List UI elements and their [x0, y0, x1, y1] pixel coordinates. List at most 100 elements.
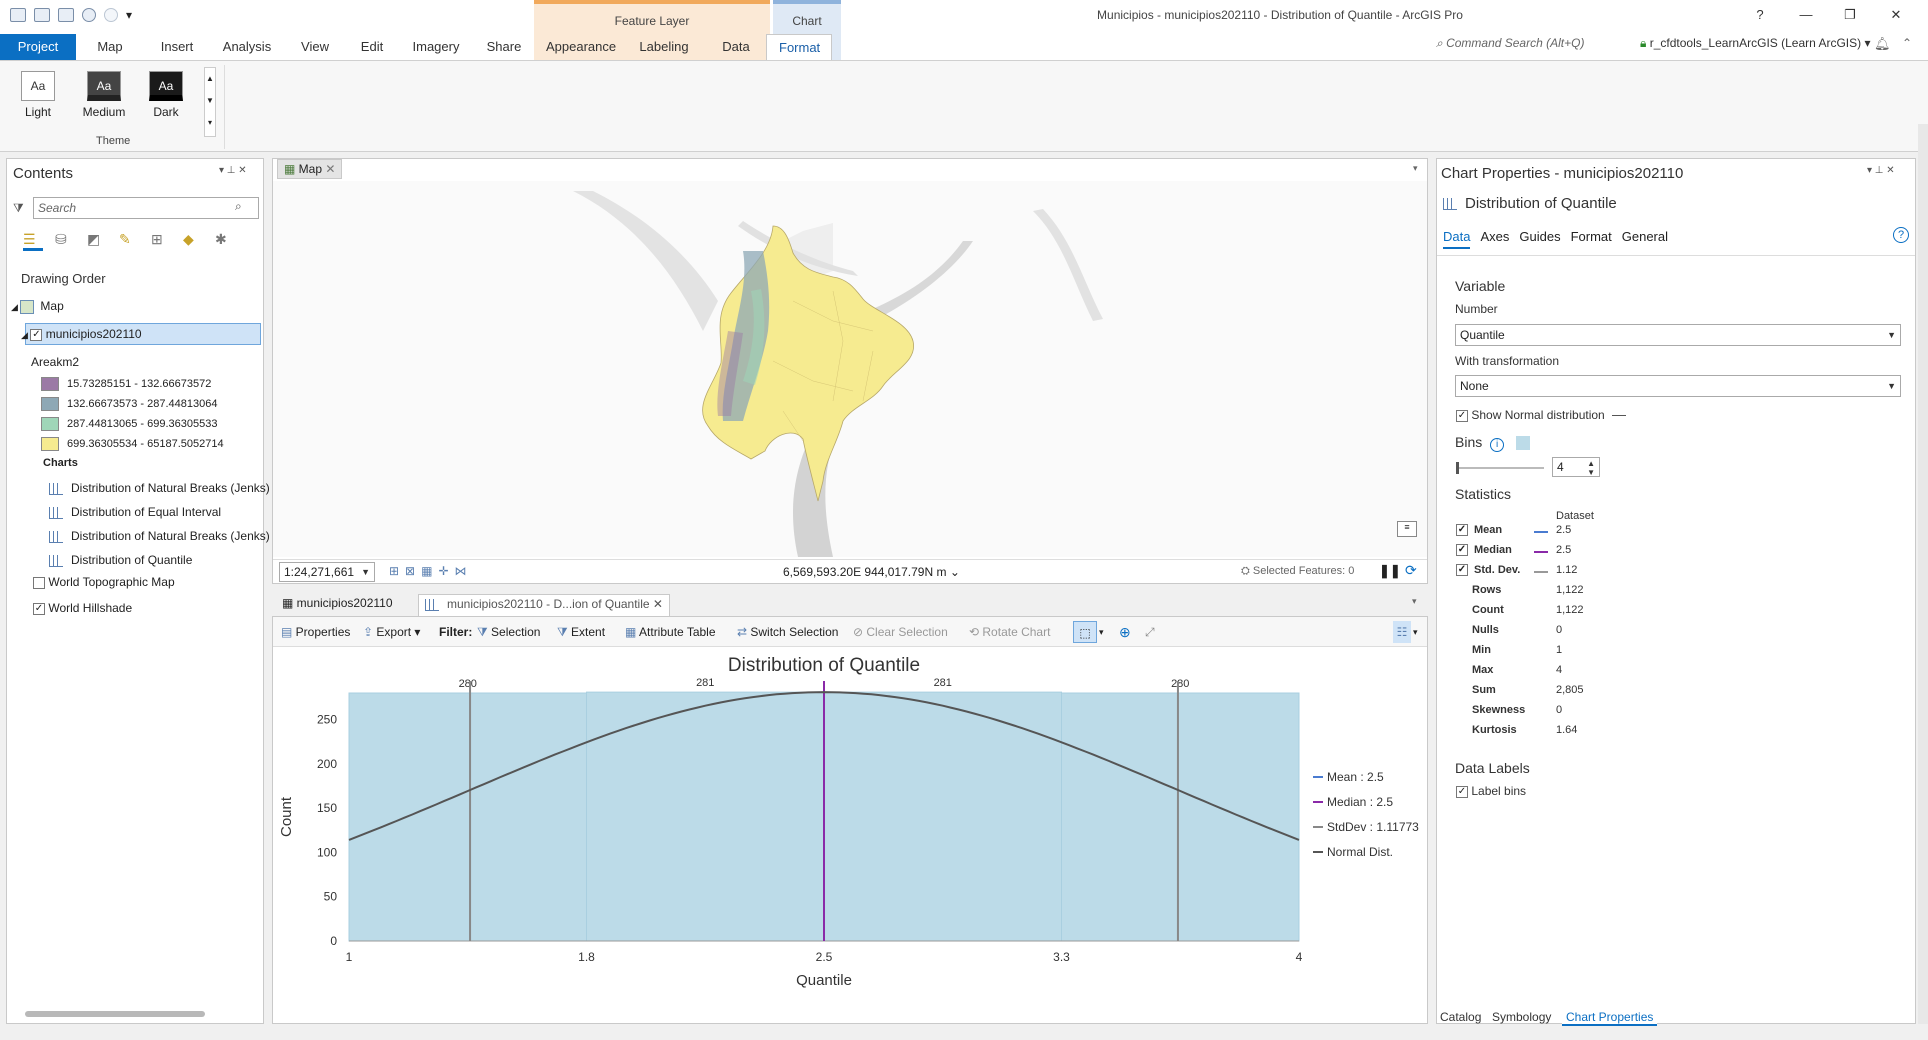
tab-view[interactable]: View	[284, 34, 346, 60]
symbology-pane-tab[interactable]: Symbology	[1492, 1010, 1551, 1024]
chevron-down-icon[interactable]: ▾	[1413, 621, 1418, 643]
close-button[interactable]: ✕	[1880, 4, 1912, 26]
clear-selection-button[interactable]: ⊘ Clear Selection	[853, 621, 948, 643]
filter-icon[interactable]: ⧩	[13, 201, 24, 216]
symbology-class[interactable]: 15.73285151 - 132.66673572	[41, 377, 211, 391]
histogram-bar[interactable]	[348, 692, 587, 942]
layer-world-topographic[interactable]: World Topographic Map	[33, 575, 175, 589]
properties-button[interactable]: ▤ Properties	[281, 621, 350, 643]
zoom-icon[interactable]: ⊕	[1119, 621, 1131, 643]
refresh-icon[interactable]: ⟳	[1405, 562, 1417, 579]
customize-qat-icon[interactable]: ▾	[126, 8, 134, 22]
histogram-chart[interactable]: Distribution of Quantile 280 281 281 280 0 50 1…	[273, 647, 1427, 1023]
map-canvas[interactable]	[273, 181, 1427, 557]
tab-appearance[interactable]: Appearance	[534, 34, 622, 60]
search-icon[interactable]: ⌕	[235, 199, 242, 214]
tab-project[interactable]: Project	[0, 34, 76, 60]
help-icon[interactable]: ?	[1893, 227, 1909, 243]
view-options-icon[interactable]: ▾	[1412, 596, 1417, 607]
show-normal-row[interactable]: ✓ Show Normal distribution	[1456, 408, 1627, 422]
full-extent-icon[interactable]: ⤢	[1145, 621, 1155, 643]
label-bins-row[interactable]: ✓ Label bins	[1456, 784, 1526, 798]
tab-map[interactable]: Map	[76, 34, 144, 60]
symbology-class[interactable]: 132.66673573 - 287.44813064	[41, 397, 217, 411]
help-button[interactable]: ?	[1744, 4, 1776, 26]
chart-list-item[interactable]: Distribution of Natural Breaks (Jenks)	[49, 529, 270, 543]
layer-world-hillshade[interactable]: ✓ World Hillshade	[33, 601, 132, 615]
attribute-table-button[interactable]: ▦ Attribute Table	[625, 621, 716, 643]
symbology-class[interactable]: 287.44813065 - 699.36305533	[41, 417, 217, 431]
tab-general[interactable]: General	[1622, 229, 1668, 249]
bins-slider[interactable]	[1456, 462, 1544, 474]
theme-medium-button[interactable]: Aa Medium	[76, 71, 132, 119]
tab-axes[interactable]: Axes	[1480, 229, 1509, 249]
histogram-bar[interactable]	[1061, 692, 1300, 942]
stat-row[interactable]: ✓ Mean	[1456, 524, 1502, 537]
show-normal-checkbox[interactable]: ✓	[1456, 409, 1468, 422]
redo-icon[interactable]	[104, 8, 118, 22]
map-overlay-icon[interactable]: ≡	[1397, 521, 1417, 537]
list-by-labeling-icon[interactable]: ◆	[183, 231, 203, 251]
scale-selector[interactable]: 1:24,271,661 ▼	[279, 562, 375, 582]
command-search[interactable]: ⌕ Command Search (Alt+Q)	[1436, 36, 1584, 51]
label-bins-checkbox[interactable]: ✓	[1456, 785, 1468, 798]
selected-features[interactable]: ⛭ Selected Features: 0	[1241, 565, 1354, 578]
tab-insert[interactable]: Insert	[144, 34, 210, 60]
stat-checkbox[interactable]: ✓	[1456, 564, 1468, 577]
theme-light-button[interactable]: Aa Light	[10, 71, 66, 119]
ribbon-collapse-icon[interactable]: ⌃	[1902, 36, 1912, 50]
chevron-down-icon[interactable]: ⌄	[950, 565, 960, 579]
chevron-down-icon[interactable]: ▾	[1099, 621, 1104, 643]
new-project-icon[interactable]	[10, 8, 26, 22]
stat-row[interactable]: ✓ Std. Dev.	[1456, 564, 1520, 577]
close-icon[interactable]: ✕	[325, 162, 335, 176]
list-by-source-icon[interactable]: ⛁	[55, 231, 75, 251]
bin-color-swatch[interactable]	[1516, 436, 1531, 451]
pause-drawing-icon[interactable]: ❚❚	[1379, 563, 1401, 579]
list-by-drawing-order-icon[interactable]: ☰	[23, 231, 43, 251]
map-tab[interactable]: ▦ Map ✕	[277, 159, 343, 179]
bins-stepper[interactable]: 4 ▲ ▼	[1552, 457, 1600, 477]
navigation-tools[interactable]: ⊞⊠▦✛⋈	[389, 564, 473, 578]
pane-options-icon[interactable]: ▾ ⊥ ✕	[219, 165, 247, 176]
tab-share[interactable]: Share	[474, 34, 534, 60]
chart-list-item[interactable]: Distribution of Quantile	[49, 553, 192, 567]
gallery-scroll[interactable]: ▲ ▼ ▾	[204, 67, 216, 137]
contents-horizontal-scrollbar[interactable]	[11, 1009, 259, 1019]
tab-format[interactable]: Format	[766, 34, 832, 60]
right-scrollbar[interactable]	[1918, 124, 1928, 1024]
chart-tab[interactable]: municipios202110 - D...ion of Quantile ✕	[418, 594, 670, 616]
list-by-snapping-icon[interactable]: ⊞	[151, 231, 171, 251]
tab-format-props[interactable]: Format	[1571, 229, 1612, 249]
user-account[interactable]: 🔒︎ r_cfdtools_LearnArcGIS (Learn ArcGIS)…	[1640, 36, 1871, 51]
tab-data[interactable]: Data	[706, 34, 766, 60]
stat-row[interactable]: ✓ Median	[1456, 544, 1512, 557]
symbology-class[interactable]: 699.36305534 - 65187.5052714	[41, 437, 224, 451]
number-select[interactable]: Quantile ▼	[1455, 324, 1901, 346]
tab-analysis[interactable]: Analysis	[210, 34, 284, 60]
save-icon[interactable]	[58, 8, 74, 22]
tab-edit[interactable]: Edit	[346, 34, 398, 60]
stat-checkbox[interactable]: ✓	[1456, 544, 1468, 557]
legend-toggle-icon[interactable]: ☷	[1393, 621, 1411, 643]
export-button[interactable]: ⇪ Export ▾	[363, 621, 420, 643]
stepper-arrows-icon[interactable]: ▲ ▼	[1587, 459, 1595, 477]
tab-data-props[interactable]: Data	[1443, 229, 1471, 249]
layer-municipios[interactable]: ◢ ✓ municipios202110	[21, 327, 142, 341]
chart-list-item[interactable]: Distribution of Natural Breaks (Jenks)	[49, 481, 270, 495]
chart-properties-pane-tab[interactable]: Chart Properties	[1562, 1010, 1658, 1026]
minimize-button[interactable]: —	[1790, 4, 1822, 26]
list-by-perspective-icon[interactable]: ✱	[215, 231, 235, 251]
undo-icon[interactable]	[82, 8, 96, 22]
filter-selection-button[interactable]: ⧩ Selection	[477, 621, 540, 643]
chart-list-item[interactable]: Distribution of Equal Interval	[49, 505, 221, 519]
stat-checkbox[interactable]: ✓	[1456, 524, 1468, 537]
view-options-icon[interactable]: ▾	[1413, 163, 1418, 174]
transformation-select[interactable]: None ▼	[1455, 375, 1901, 397]
expand-icon[interactable]: ◢	[21, 330, 30, 340]
list-by-selection-icon[interactable]: ◩	[87, 231, 107, 251]
contents-search-input[interactable]: Search	[33, 197, 259, 219]
rotate-chart-button[interactable]: ⟲ Rotate Chart	[969, 621, 1050, 643]
filter-extent-button[interactable]: ⧩ Extent	[557, 621, 605, 643]
world-hillshade-checkbox[interactable]: ✓	[33, 602, 45, 615]
